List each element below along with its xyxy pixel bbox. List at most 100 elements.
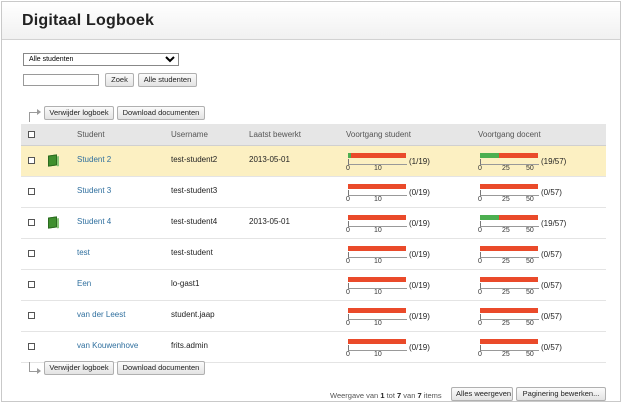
- table-row[interactable]: van der Leest student.jaap 0 10 (0/19) 0 25 50 (…: [21, 301, 606, 332]
- username-cell: test-student: [171, 248, 213, 257]
- student-name-link[interactable]: Student 4: [77, 217, 111, 226]
- teacher-scale-tick: 25: [502, 289, 510, 296]
- student-progress-count: (0/19): [409, 343, 430, 352]
- username-cell: frits.admin: [171, 341, 208, 350]
- table-row[interactable]: Student 2 test-student2 2013-05-01 0 10 (1/19…: [21, 146, 606, 177]
- student-progress-bar: [348, 153, 406, 158]
- header-last-edited[interactable]: Laatst bewerkt: [249, 130, 301, 139]
- teacher-scale-tick: 50: [526, 258, 534, 265]
- teacher-scale-tick: 25: [502, 320, 510, 327]
- pagination-to: 7: [397, 391, 402, 400]
- student-scale-tick: 0: [346, 227, 350, 234]
- header-student[interactable]: Student: [77, 130, 105, 139]
- select-all-checkbox[interactable]: [28, 131, 35, 138]
- student-name-link[interactable]: Student 3: [77, 186, 111, 195]
- student-scale-tick: 10: [374, 320, 382, 327]
- teacher-scale-tick: 50: [526, 351, 534, 358]
- teacher-progress-count: (0/57): [541, 343, 562, 352]
- teacher-scale-tick: 0: [478, 227, 482, 234]
- table-row[interactable]: van Kouwenhove frits.admin 0 10 (0/19) 0 25 50 (…: [21, 332, 606, 363]
- last-edited-cell: 2013-05-01: [249, 217, 290, 226]
- pagination-from: 1: [380, 391, 385, 400]
- teacher-progress-count: (19/57): [541, 157, 567, 166]
- student-scale-tick: 10: [374, 227, 382, 234]
- teacher-progress-count: (0/57): [541, 188, 562, 197]
- teacher-progress-fill: [480, 215, 500, 220]
- header-progress-teacher[interactable]: Voortgang docent: [478, 130, 541, 139]
- pagination-summary: Weergave van 1 tot 7 van 7 items: [330, 391, 442, 400]
- student-scale-tick: 0: [346, 289, 350, 296]
- student-scale-tick: 10: [374, 351, 382, 358]
- teacher-scale-tick: 50: [526, 227, 534, 234]
- row-checkbox[interactable]: [28, 157, 35, 164]
- page-title: Digitaal Logboek: [22, 12, 155, 29]
- teacher-scale-tick: 0: [478, 351, 482, 358]
- teacher-progress-bar: [480, 246, 538, 251]
- search-input[interactable]: [23, 74, 99, 86]
- all-students-button[interactable]: Alle studenten: [138, 73, 197, 87]
- delete-logbook-button-bottom[interactable]: Verwijder logboek: [44, 361, 114, 375]
- student-scale-tick: 0: [346, 258, 350, 265]
- teacher-scale-tick: 0: [478, 196, 482, 203]
- student-progress-count: (0/19): [409, 312, 430, 321]
- teacher-scale-tick: 50: [526, 196, 534, 203]
- table-header: Student Username Laatst bewerkt Voortgan…: [21, 124, 606, 146]
- last-edited-cell: 2013-05-01: [249, 155, 290, 164]
- student-progress-count: (0/19): [409, 188, 430, 197]
- search-button[interactable]: Zoek: [105, 73, 134, 87]
- student-progress-bar: [348, 339, 406, 344]
- download-documents-button-top[interactable]: Download documenten: [117, 106, 205, 120]
- row-checkbox[interactable]: [28, 343, 35, 350]
- table-row[interactable]: Student 3 test-student3 0 10 (0/19) 0 25 50 (0/5…: [21, 177, 606, 208]
- teacher-scale-tick: 50: [526, 320, 534, 327]
- pagination-to-word: tot: [386, 391, 395, 400]
- teacher-progress-bar: [480, 308, 538, 313]
- student-filter-select[interactable]: Alle studenten: [23, 53, 179, 66]
- teacher-progress-count: (0/57): [541, 250, 562, 259]
- teacher-progress-bar: [480, 184, 538, 189]
- student-name-link[interactable]: test: [77, 248, 90, 257]
- student-scale-tick: 0: [346, 196, 350, 203]
- row-checkbox[interactable]: [28, 281, 35, 288]
- student-progress-bar: [348, 215, 406, 220]
- header-username[interactable]: Username: [171, 130, 208, 139]
- student-progress-bar: [348, 184, 406, 189]
- student-progress-count: (0/19): [409, 281, 430, 290]
- teacher-progress-fill: [480, 153, 500, 158]
- student-progress-count: (0/19): [409, 219, 430, 228]
- username-cell: test-student3: [171, 186, 218, 195]
- show-all-button[interactable]: Alles weergeven: [451, 387, 513, 401]
- delete-logbook-button-top[interactable]: Verwijder logboek: [44, 106, 114, 120]
- student-scale-tick: 0: [346, 165, 350, 172]
- table-body: Student 2 test-student2 2013-05-01 0 10 (1/19…: [21, 146, 606, 363]
- student-name-link[interactable]: Een: [77, 279, 91, 288]
- teacher-scale-tick: 0: [478, 289, 482, 296]
- row-checkbox[interactable]: [28, 219, 35, 226]
- username-cell: lo-gast1: [171, 279, 200, 288]
- pagination-suffix: items: [423, 391, 442, 400]
- header-progress-student[interactable]: Voortgang student: [346, 130, 411, 139]
- student-progress-count: (1/19): [409, 157, 430, 166]
- row-checkbox[interactable]: [28, 250, 35, 257]
- row-checkbox[interactable]: [28, 312, 35, 319]
- pagination-total: 7: [417, 391, 422, 400]
- table-row[interactable]: Een lo-gast1 0 10 (0/19) 0 25 50 (0/57): [21, 270, 606, 301]
- download-documents-button-bottom[interactable]: Download documenten: [117, 361, 205, 375]
- logbook-window: Digitaal Logboek Alle studenten Zoek All…: [1, 1, 621, 402]
- student-name-link[interactable]: Student 2: [77, 155, 111, 164]
- logbook-icon[interactable]: [48, 216, 57, 229]
- teacher-scale-tick: 25: [502, 258, 510, 265]
- teacher-progress-count: (19/57): [541, 219, 567, 228]
- row-checkbox[interactable]: [28, 188, 35, 195]
- teacher-scale-tick: 25: [502, 165, 510, 172]
- teacher-scale-tick: 50: [526, 165, 534, 172]
- table-row[interactable]: Student 4 test-student4 2013-05-01 0 10 (0/19…: [21, 208, 606, 239]
- teacher-progress-bar: [480, 277, 538, 282]
- table-row[interactable]: test test-student 0 10 (0/19) 0 25 50 (0/57): [21, 239, 606, 270]
- student-name-link[interactable]: van Kouwenhove: [77, 341, 138, 350]
- logbook-icon[interactable]: [48, 154, 57, 167]
- student-scale-tick: 0: [346, 320, 350, 327]
- arrow-head-bottom-icon: [37, 368, 41, 374]
- edit-pagination-button[interactable]: Paginering bewerken...: [516, 387, 606, 401]
- student-name-link[interactable]: van der Leest: [77, 310, 125, 319]
